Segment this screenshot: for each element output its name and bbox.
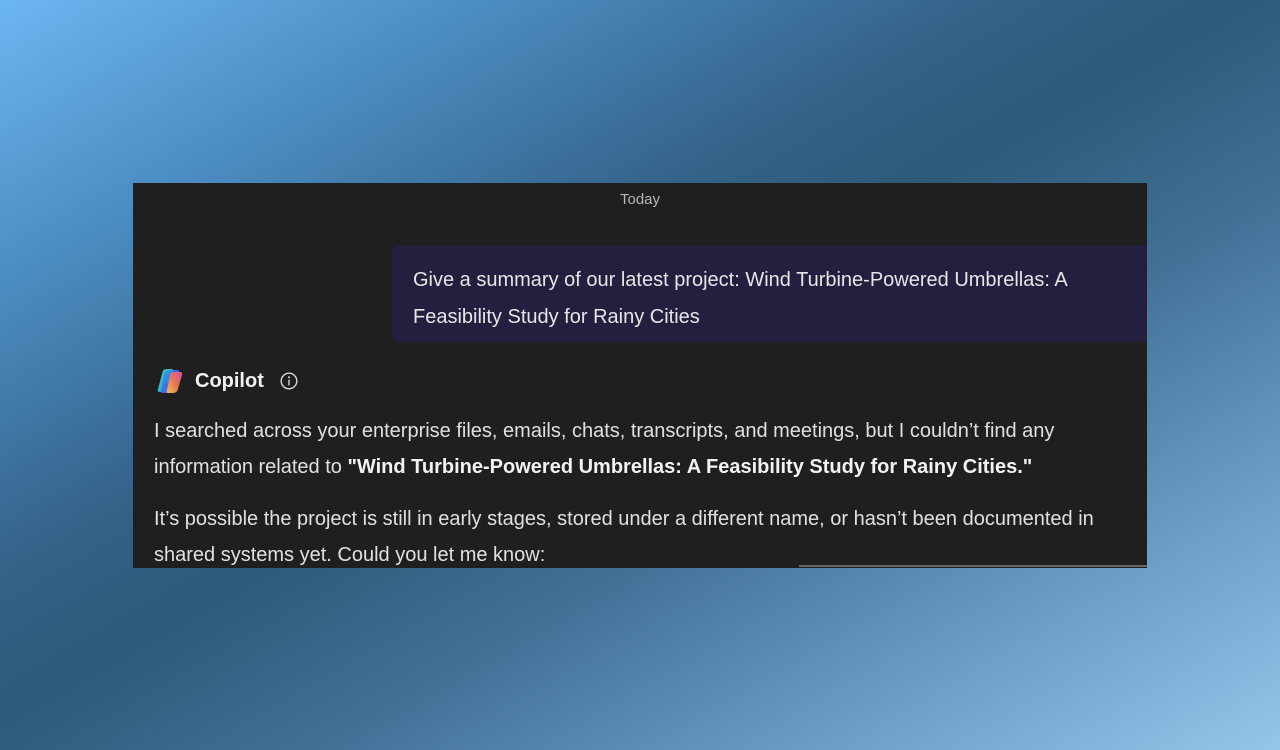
assistant-header: Copilot xyxy=(155,367,298,395)
info-icon[interactable] xyxy=(280,372,298,390)
copilot-logo-icon xyxy=(157,369,183,393)
scroll-divider xyxy=(799,565,1147,567)
response-paragraph: It’s possible the project is still in ea… xyxy=(154,508,1094,566)
chat-window: Today Give a summary of our latest proje… xyxy=(133,183,1147,568)
date-divider: Today xyxy=(619,191,661,208)
response-paragraph: I searched across your enterprise files,… xyxy=(154,413,1144,485)
assistant-response: I searched across your enterprise files,… xyxy=(154,413,1144,568)
user-message-text: Give a summary of our latest project: Wi… xyxy=(413,269,1067,328)
assistant-name: Copilot xyxy=(195,369,264,392)
response-project-title: "Wind Turbine-Powered Umbrellas: A Feasi… xyxy=(347,456,1033,478)
user-message-bubble[interactable]: Give a summary of our latest project: Wi… xyxy=(392,245,1147,342)
